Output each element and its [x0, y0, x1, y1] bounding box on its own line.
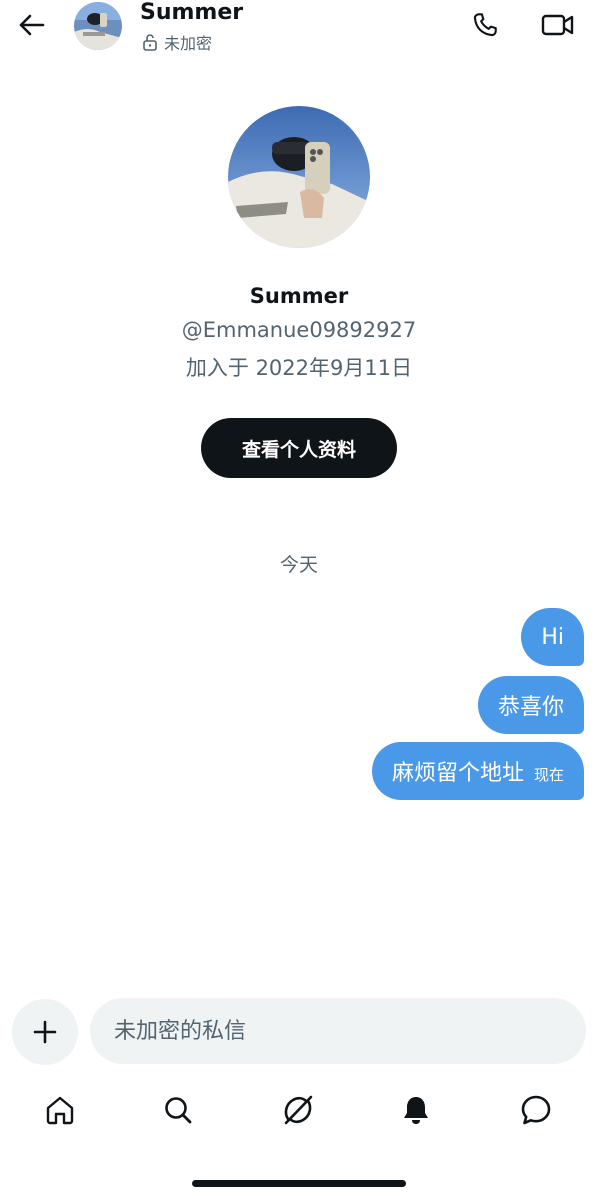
unlock-icon	[143, 34, 157, 51]
view-profile-button[interactable]: 查看个人资料	[201, 418, 397, 478]
search-icon	[165, 1097, 192, 1124]
conversation-header: Summer 未加密	[0, 0, 598, 60]
profile-avatar[interactable]	[228, 106, 370, 248]
nav-home[interactable]	[40, 1090, 80, 1130]
message-text: 恭喜你	[497, 695, 564, 720]
profile-handle: @Emmanue09892927	[181, 318, 417, 342]
messages-icon	[521, 1095, 551, 1125]
phone-icon	[473, 13, 497, 37]
profile-joined-date: 加入于 2022年9月11日	[185, 356, 413, 380]
bell-icon	[404, 1097, 428, 1124]
message-bubble[interactable]: Hi	[521, 608, 584, 666]
add-attachment-button[interactable]	[12, 999, 78, 1065]
plus-icon	[33, 1020, 57, 1044]
nav-grok[interactable]	[278, 1090, 318, 1130]
back-arrow-icon	[19, 14, 45, 36]
message-bubble[interactable]: 恭喜你	[477, 676, 584, 734]
header-username[interactable]: Summer	[140, 0, 243, 25]
header-avatar[interactable]	[74, 2, 122, 50]
encryption-status: 未加密	[142, 30, 212, 54]
back-button[interactable]	[14, 8, 48, 42]
call-button[interactable]	[468, 8, 502, 42]
profile-name: Summer	[249, 284, 349, 308]
message-timestamp: 现在	[533, 765, 564, 784]
grok-icon	[284, 1095, 313, 1125]
video-call-button[interactable]	[538, 8, 578, 42]
home-indicator	[192, 1180, 406, 1187]
encryption-status-text: 未加密	[164, 34, 213, 53]
nav-search[interactable]	[158, 1090, 198, 1130]
date-divider: 今天	[279, 554, 318, 576]
message-text: Hi	[541, 624, 564, 650]
bottom-navigation	[0, 1082, 598, 1142]
nav-notifications[interactable]	[396, 1090, 436, 1130]
message-input[interactable]	[90, 998, 586, 1064]
home-icon	[46, 1096, 74, 1125]
video-icon	[541, 14, 574, 36]
message-bubble[interactable]: 麻烦留个地址 现在	[371, 742, 584, 800]
nav-messages[interactable]	[516, 1090, 556, 1130]
message-text: 麻烦留个地址	[391, 761, 524, 786]
